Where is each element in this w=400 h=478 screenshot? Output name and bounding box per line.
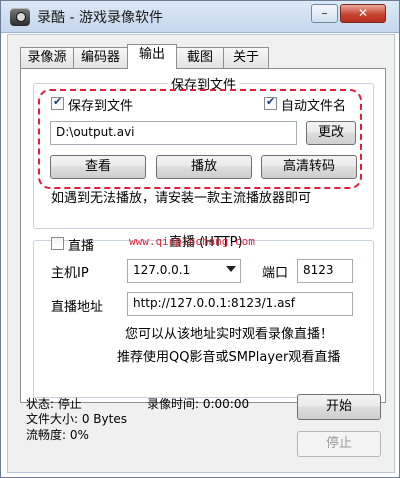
hd-convert-button[interactable]: 高清转码 [261,155,357,179]
port-field[interactable]: 8123 [297,259,353,283]
player-hint-text: 如遇到无法播放，请安装一款主流播放器即可 [51,191,312,206]
status-file-size: 文件大小: 0 Bytes [26,412,127,426]
chevron-down-icon [226,266,236,272]
app-logo-icon [10,8,30,26]
port-label: 端口 [262,266,289,281]
window-title: 录酷 - 游戏录像软件 [37,10,163,26]
play-button[interactable]: 播放 [156,155,252,179]
title-bar[interactable]: 录酷 - 游戏录像软件 – ✕ [1,1,399,33]
app-window: 录酷 - 游戏录像软件 – ✕ 录像源 编码器 输出 截图 关于 保存到文件 直… [0,0,400,478]
live-checkbox[interactable] [51,237,64,250]
tab-recording-source[interactable]: 录像源 [20,47,74,68]
status-record-time: 录像时间: 0:00:00 [147,397,250,411]
minimize-button[interactable]: – [311,4,338,23]
status-fluency: 流畅度: 0% [26,428,89,442]
stop-button[interactable]: 停止 [297,431,381,457]
tab-screenshot[interactable]: 截图 [176,47,224,68]
output-path-field[interactable]: D:\output.avi [50,121,297,145]
live-hint-text-2: 推荐使用QQ影音或SMPlayer观看直播 [117,350,341,365]
host-ip-label: 主机IP [51,266,89,281]
live-hint-text-1: 您可以从该地址实时观看录像直播！ [125,327,334,342]
save-to-file-checkbox[interactable] [51,95,64,110]
live-url-field[interactable]: http://127.0.0.1:8123/1.asf [127,292,353,316]
view-button[interactable]: 查看 [50,155,146,179]
change-path-button[interactable]: 更改 [306,121,356,145]
tab-output[interactable]: 输出 [127,44,177,69]
tab-about[interactable]: 关于 [223,47,269,68]
tab-encoder[interactable]: 编码器 [73,47,128,68]
auto-filename-checkbox[interactable] [264,95,277,110]
host-ip-value: 127.0.0.1 [133,263,191,277]
live-checkbox-label: 直播 [68,239,95,254]
save-to-file-label: 保存到文件 [68,99,134,114]
close-button[interactable]: ✕ [340,4,386,23]
watermark-text: www.qinpinchang.com [129,235,255,248]
live-url-label: 直播地址 [51,300,104,315]
start-button[interactable]: 开始 [297,394,381,420]
auto-filename-label: 自动文件名 [281,99,347,114]
host-ip-select[interactable]: 127.0.0.1 [127,259,241,283]
